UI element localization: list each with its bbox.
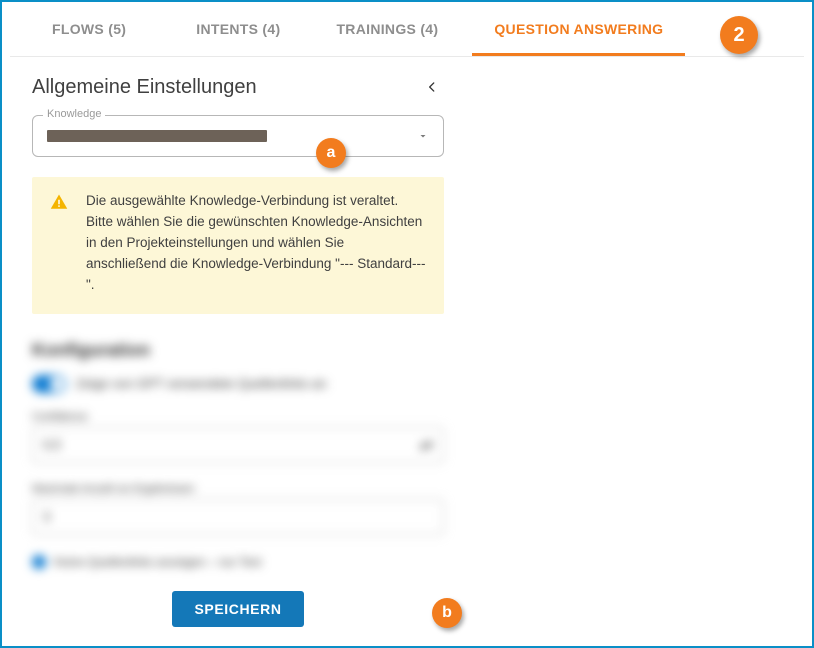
tab-intents[interactable]: INTENTS (4) — [168, 2, 308, 56]
warning-text: Die ausgewählte Knowledge-Verbindung ist… — [86, 193, 425, 292]
confidence-label: Confidence — [32, 411, 444, 423]
actions-row: SPEICHERN — [32, 591, 444, 627]
settings-panel: Allgemeine Einstellungen Knowledge Die a… — [2, 57, 472, 647]
sources-switch — [32, 375, 66, 393]
knowledge-warning: Die ausgewählte Knowledge-Verbindung ist… — [32, 177, 444, 314]
annotation-a: a — [316, 138, 346, 168]
annotation-b: b — [432, 598, 462, 628]
knowledge-value-redacted — [47, 130, 267, 142]
maxresults-label: Maximale Anzahl an Ergebnissen — [32, 483, 444, 495]
section-title: Allgemeine Einstellungen — [32, 76, 257, 99]
tab-bar: FLOWS (5) INTENTS (4) TRAININGS (4) QUES… — [2, 2, 812, 56]
maxresults-field: 3 — [32, 499, 444, 535]
app-frame: FLOWS (5) INTENTS (4) TRAININGS (4) QUES… — [0, 0, 814, 648]
radio-label: Keine Quellenlinks anzeigen – nur Text — [54, 555, 261, 569]
chevron-down-icon — [417, 130, 429, 142]
configuration-section-blurred: Konfiguration Zeige von GPT verwendete Q… — [32, 340, 444, 569]
tab-trainings[interactable]: TRAININGS (4) — [308, 2, 466, 56]
knowledge-select[interactable]: Knowledge — [32, 115, 444, 157]
save-button[interactable]: SPEICHERN — [172, 591, 303, 627]
tab-question-answering[interactable]: QUESTION ANSWERING — [466, 2, 691, 56]
confidence-value: 0,5 — [43, 437, 61, 452]
confidence-field: 0,5 ▴▾ — [32, 427, 444, 463]
radio-icon — [32, 555, 46, 569]
config-title: Konfiguration — [32, 340, 444, 361]
sources-switch-label: Zeige von GPT verwendete Quellenlinks an — [76, 376, 327, 391]
tab-flows[interactable]: FLOWS (5) — [10, 2, 168, 56]
knowledge-label: Knowledge — [43, 108, 105, 120]
annotation-step-2: 2 — [720, 16, 758, 54]
warning-icon — [50, 193, 68, 218]
maxresults-value: 3 — [43, 509, 50, 524]
collapse-icon[interactable] — [420, 75, 444, 99]
